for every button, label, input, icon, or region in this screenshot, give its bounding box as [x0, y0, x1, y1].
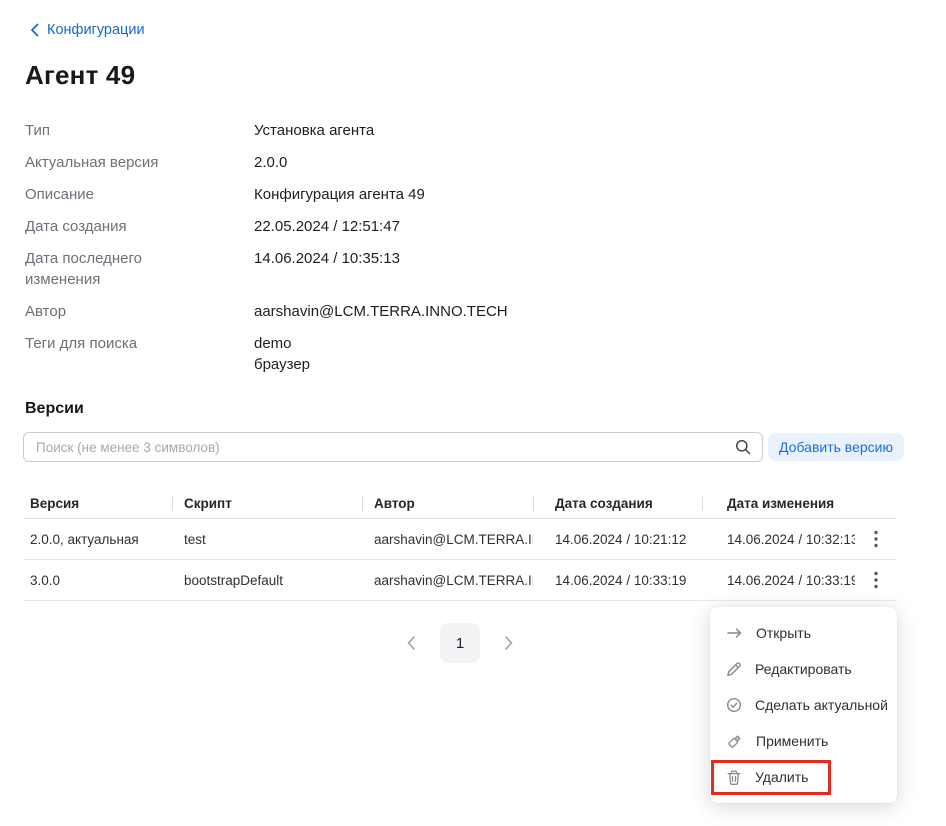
prop-value-author: aarshavin@LCM.TERRA.INNO.TECH [254, 301, 645, 322]
cell-version: 2.0.0, актуальная [23, 532, 172, 547]
add-version-button[interactable]: Добавить версию [768, 433, 904, 461]
row-actions-kebab-button[interactable] [855, 571, 897, 589]
table-header-row: Версия Скрипт Автор Дата создания Дата и… [23, 489, 897, 519]
prop-label-author: Автор [25, 301, 193, 322]
search-input[interactable] [23, 432, 763, 462]
cell-version: 3.0.0 [23, 573, 172, 588]
menu-item-make-actual[interactable]: Сделать актуальной [710, 687, 897, 723]
back-link-configurations[interactable]: Конфигурации [30, 22, 145, 38]
menu-item-label: Редактировать [755, 661, 852, 677]
pencil-icon [726, 661, 742, 677]
prop-value-type: Установка агента [254, 120, 645, 141]
versions-search [23, 432, 763, 462]
column-header-modified: Дата изменения [702, 496, 855, 511]
menu-item-label: Применить [756, 733, 828, 749]
versions-table: Версия Скрипт Автор Дата создания Дата и… [23, 489, 897, 601]
cell-modified: 14.06.2024 / 10:32:13 [702, 532, 855, 547]
menu-item-label: Удалить [755, 769, 808, 785]
arrow-right-icon [726, 625, 743, 641]
menu-item-label: Сделать актуальной [755, 697, 888, 713]
prop-label-search-tags: Теги для поиска [25, 333, 193, 375]
trash-icon [726, 769, 742, 786]
kebab-menu-icon [874, 530, 878, 548]
column-header-author: Автор [362, 496, 533, 511]
table-row[interactable]: 3.0.0 bootstrapDefault aarshavin@LCM.TER… [23, 560, 897, 601]
chevron-right-icon [504, 635, 514, 651]
column-header-script: Скрипт [172, 496, 362, 511]
menu-item-delete[interactable]: Удалить [710, 759, 897, 795]
chevron-left-icon [30, 23, 39, 37]
column-header-version: Версия [23, 496, 172, 511]
cell-script: test [172, 532, 362, 547]
prop-label-type: Тип [25, 120, 193, 141]
row-actions-kebab-button[interactable] [855, 530, 897, 548]
check-circle-icon [726, 697, 742, 713]
prop-value-search-tags: demo браузер [254, 333, 645, 375]
cell-script: bootstrapDefault [172, 573, 362, 588]
prop-label-description: Описание [25, 184, 193, 205]
page-title: Агент 49 [25, 60, 135, 91]
cell-created: 14.06.2024 / 10:21:12 [533, 532, 702, 547]
menu-item-open[interactable]: Открыть [710, 615, 897, 651]
cell-created: 14.06.2024 / 10:33:19 [533, 573, 702, 588]
menu-item-apply[interactable]: Применить [710, 723, 897, 759]
prop-value-created-date: 22.05.2024 / 12:51:47 [254, 216, 645, 237]
flash-drive-icon [726, 733, 743, 750]
row-context-menu: Открыть Редактировать Сделать актуальной… [710, 607, 897, 803]
column-header-created: Дата создания [533, 496, 702, 511]
cell-author: aarshavin@LCM.TERRA.INNO.TECH [362, 573, 533, 588]
cell-modified: 14.06.2024 / 10:33:19 [702, 573, 855, 588]
table-row[interactable]: 2.0.0, актуальная test aarshavin@LCM.TER… [23, 519, 897, 560]
prop-label-created-date: Дата создания [25, 216, 193, 237]
back-link-label: Конфигурации [47, 22, 145, 38]
versions-heading: Версии [25, 400, 84, 418]
kebab-menu-icon [874, 571, 878, 589]
chevron-left-icon [406, 635, 416, 651]
pagination-prev-button[interactable] [406, 635, 416, 651]
prop-label-modified-date: Дата последнего изменения [25, 248, 193, 290]
prop-value-actual-version: 2.0.0 [254, 152, 645, 173]
search-icon[interactable] [735, 439, 751, 455]
properties-list: Тип Установка агента Актуальная версия 2… [25, 120, 645, 375]
menu-item-label: Открыть [756, 625, 811, 641]
prop-value-description: Конфигурация агента 49 [254, 184, 645, 205]
menu-item-edit[interactable]: Редактировать [710, 651, 897, 687]
cell-author: aarshavin@LCM.TERRA.INNO.TECH [362, 532, 533, 547]
prop-value-modified-date: 14.06.2024 / 10:35:13 [254, 248, 645, 290]
prop-label-actual-version: Актуальная версия [25, 152, 193, 173]
pagination-current-page[interactable]: 1 [440, 623, 480, 663]
pagination-next-button[interactable] [504, 635, 514, 651]
